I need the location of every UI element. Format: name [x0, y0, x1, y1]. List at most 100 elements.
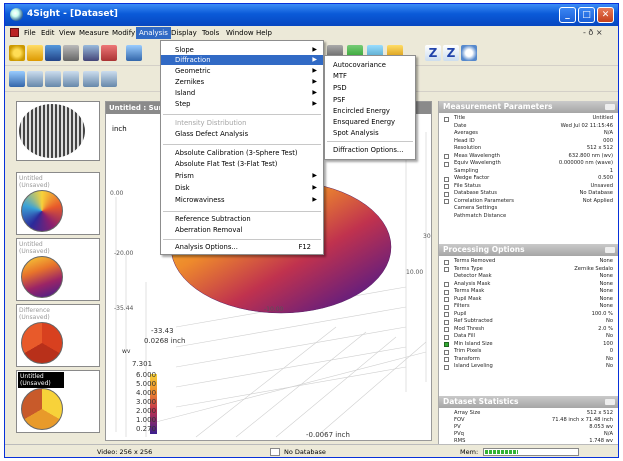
menu-item-absolute-flat[interactable]: Absolute Flat Test (3-Flat Test): [161, 159, 323, 169]
parameter-row[interactable]: Database Status No Database: [439, 190, 618, 198]
menu-item-glass-defect[interactable]: Glass Defect Analysis: [161, 129, 323, 139]
menu-item-mtf[interactable]: MTF: [325, 71, 415, 81]
menu-item-prism[interactable]: Prism ▶: [161, 171, 323, 181]
parameter-checkbox[interactable]: [444, 267, 449, 272]
parameter-row[interactable]: Equiv Wavelength 0.000000 nm (wave): [439, 160, 618, 168]
parameter-checkbox[interactable]: [444, 161, 449, 167]
menu-item-island[interactable]: Island ▶: [161, 88, 323, 98]
parameter-row[interactable]: Sampling 1: [439, 168, 618, 176]
grid-icon[interactable]: [83, 71, 99, 87]
parameter-row[interactable]: Pupil 100.0 %: [439, 311, 618, 319]
title-bar[interactable]: 4Sight - [Dataset] _ □ ✕: [5, 4, 618, 26]
contour-icon[interactable]: [27, 71, 43, 87]
menu-item-disk[interactable]: Disk ▶: [161, 183, 323, 193]
menu-item-reference-subtraction[interactable]: Reference Subtraction: [161, 214, 323, 224]
parameter-checkbox[interactable]: [444, 319, 449, 325]
parameter-row[interactable]: Trim Pixels 0: [439, 348, 618, 356]
parameter-checkbox[interactable]: [444, 349, 449, 355]
parameter-checkbox[interactable]: [444, 334, 449, 340]
menu-item-diffraction-options[interactable]: Diffraction Options...: [325, 145, 415, 155]
menu-analysis[interactable]: Analysis: [136, 27, 171, 39]
parameter-checkbox[interactable]: [444, 304, 449, 310]
histogram-icon[interactable]: [63, 71, 79, 87]
parameter-row[interactable]: Data Fill No: [439, 333, 618, 341]
parameter-row[interactable]: Analysis Mask None: [439, 281, 618, 289]
parameter-row[interactable]: Resolution 512 x 512: [439, 145, 618, 153]
thumbnail-2[interactable]: Untitled (Unsaved): [16, 238, 100, 301]
new-icon[interactable]: [9, 45, 25, 61]
3d-view-icon[interactable]: [9, 71, 25, 87]
parameter-row[interactable]: Filters None: [439, 303, 618, 311]
menu-item-psf[interactable]: PSF: [325, 95, 415, 105]
save-icon[interactable]: [45, 45, 61, 61]
fringe-preview[interactable]: [16, 101, 100, 161]
parameter-row[interactable]: Transform No: [439, 356, 618, 364]
parameter-row[interactable]: Averages N/A: [439, 130, 618, 138]
parameter-row[interactable]: Terms Mask None: [439, 288, 618, 296]
dataset-statistics-header[interactable]: Dataset Statistics: [439, 396, 618, 408]
menu-item-microwaviness[interactable]: Microwaviness ▶: [161, 195, 323, 205]
collapse-icon[interactable]: [605, 104, 615, 110]
parameter-checkbox[interactable]: [444, 297, 449, 302]
menu-modify[interactable]: Modify: [109, 27, 138, 39]
delete-icon[interactable]: [101, 45, 117, 61]
collapse-icon[interactable]: [605, 399, 615, 405]
zoom-out-icon[interactable]: Z: [443, 45, 459, 61]
menu-window[interactable]: Window: [223, 27, 257, 39]
parameter-checkbox[interactable]: [444, 199, 449, 204]
parameter-checkbox[interactable]: [444, 289, 449, 295]
parameter-checkbox[interactable]: [444, 259, 449, 265]
parameter-row[interactable]: Terms Type Zernike Sedalo: [439, 266, 618, 274]
parameter-checkbox[interactable]: [444, 176, 449, 182]
parameter-checkbox[interactable]: [444, 116, 449, 122]
parameter-checkbox[interactable]: [444, 184, 449, 189]
collapse-icon[interactable]: [605, 247, 615, 253]
parameter-row[interactable]: Correlation Parameters Not Applied: [439, 198, 618, 206]
parameter-row[interactable]: Meas Wavelength 632.800 nm (wv): [439, 153, 618, 161]
parameter-row[interactable]: Detector Mask None: [439, 273, 618, 281]
menu-item-diffraction[interactable]: Diffraction ▶: [161, 55, 323, 65]
print-icon[interactable]: [63, 45, 79, 61]
profile-icon[interactable]: [45, 71, 61, 87]
parameter-checkbox[interactable]: [444, 357, 449, 362]
menu-measure[interactable]: Measure: [76, 27, 112, 39]
menu-item-aberration-removal[interactable]: Aberration Removal: [161, 225, 323, 235]
minimize-button[interactable]: _: [559, 7, 576, 23]
menu-item-step[interactable]: Step ▶: [161, 99, 323, 109]
document-icon[interactable]: [10, 28, 19, 37]
menu-item-zernikes[interactable]: Zernikes ▶: [161, 77, 323, 87]
parameter-row[interactable]: File Status Unsaved: [439, 183, 618, 191]
zoom-fit-icon[interactable]: [461, 45, 477, 61]
parameter-checkbox[interactable]: [444, 154, 449, 159]
zoom-in-icon[interactable]: Z: [425, 45, 441, 61]
parameter-checkbox[interactable]: [444, 327, 449, 332]
parameter-row[interactable]: Pupil Mask None: [439, 296, 618, 304]
parameter-checkbox[interactable]: [444, 282, 449, 287]
menu-display[interactable]: Display: [168, 27, 200, 39]
menu-file[interactable]: File: [21, 27, 39, 39]
menu-item-ensquared-energy[interactable]: Ensquared Energy: [325, 117, 415, 127]
measure-icon[interactable]: [126, 45, 142, 61]
parameter-row[interactable]: Ref Subtracted No: [439, 318, 618, 326]
menu-item-geometric[interactable]: Geometric ▶: [161, 66, 323, 76]
parameter-checkbox[interactable]: [444, 312, 449, 317]
parameter-row[interactable]: Date Wed Jul 02 11:15:46: [439, 123, 618, 131]
parameter-row[interactable]: Pathmatch Distance: [439, 213, 618, 221]
menu-item-autocovariance[interactable]: Autocovariance: [325, 60, 415, 70]
parameter-row[interactable]: Head ID 000: [439, 138, 618, 146]
parameter-row[interactable]: Title Untitled: [439, 115, 618, 123]
menu-tools[interactable]: Tools: [199, 27, 222, 39]
parameter-row[interactable]: Mod Thresh 2.0 %: [439, 326, 618, 334]
menu-item-psd[interactable]: PSD: [325, 83, 415, 93]
parameter-row[interactable]: Wedge Factor 0.500: [439, 175, 618, 183]
table-icon[interactable]: [101, 71, 117, 87]
menu-item-analysis-options[interactable]: Analysis Options... F12: [161, 242, 323, 252]
menu-item-encircled-energy[interactable]: Encircled Energy: [325, 106, 415, 116]
close-button[interactable]: ✕: [597, 7, 614, 23]
maximize-button[interactable]: □: [578, 7, 595, 23]
processing-options-header[interactable]: Processing Options: [439, 244, 618, 256]
copy-icon[interactable]: [83, 45, 99, 61]
menu-item-spot-analysis[interactable]: Spot Analysis: [325, 128, 415, 138]
open-folder-icon[interactable]: [27, 45, 43, 61]
mdi-controls[interactable]: - ð ×: [583, 28, 603, 37]
